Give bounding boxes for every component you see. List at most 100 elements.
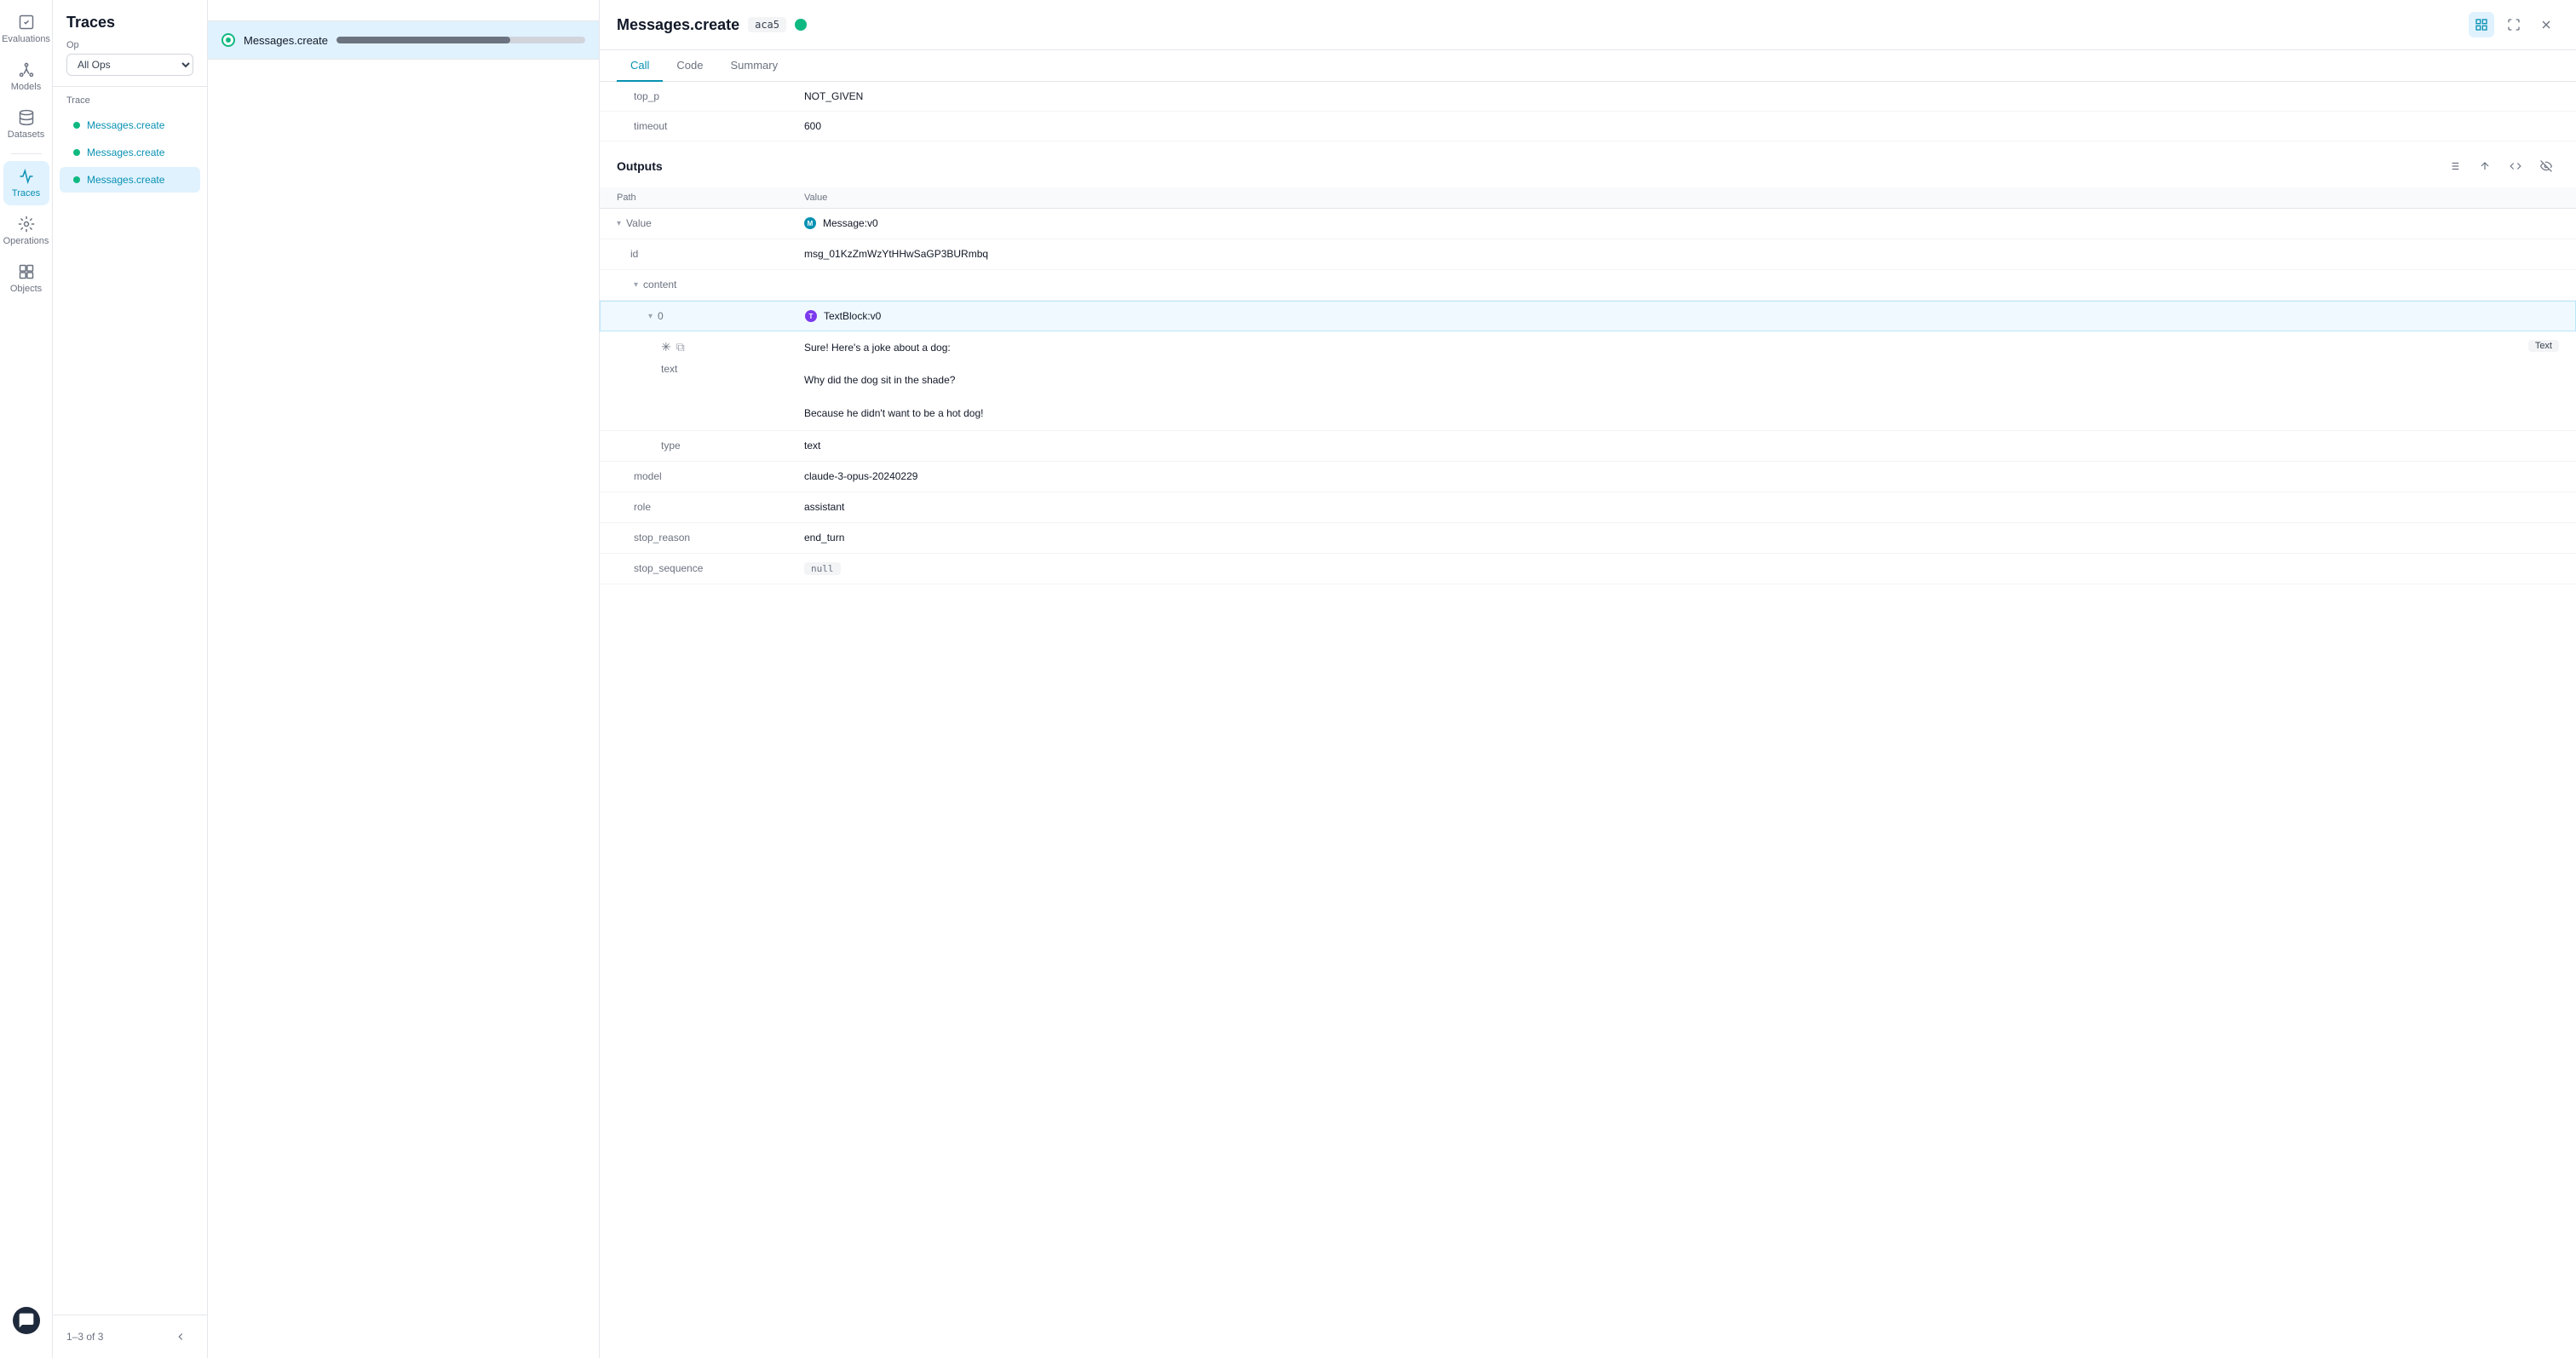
output-path-stop-reason: stop_reason (600, 523, 787, 552)
output-value-stop-sequence: null (787, 554, 2576, 584)
chevron-left-icon (175, 1331, 187, 1343)
models-icon (18, 61, 35, 78)
objects-icon (18, 263, 35, 280)
detail-content: top_p NOT_GIVEN timeout 600 Outputs (600, 82, 2576, 1358)
trace-item-1[interactable]: Messages.create (60, 112, 200, 138)
sidebar-item-operations[interactable]: Operations (3, 209, 49, 253)
op-filter-select[interactable]: All Ops (66, 54, 193, 76)
timeline-item-label: Messages.create (244, 34, 328, 47)
op-filter: Op All Ops (66, 40, 193, 76)
list-view-button[interactable] (2441, 153, 2467, 179)
table-row: timeout 600 (600, 112, 2576, 141)
output-path-content: ▾ content (600, 270, 787, 299)
trace-item-3[interactable]: Messages.create (60, 167, 200, 193)
table-row: top_p NOT_GIVEN (600, 82, 2576, 112)
sidebar-item-label: Evaluations (2, 34, 50, 44)
output-value-content (787, 270, 2576, 287)
inputs-table: top_p NOT_GIVEN timeout 600 (600, 82, 2576, 141)
output-row-model: model claude-3-opus-20240229 (600, 462, 2576, 492)
output-row-stop-sequence: stop_sequence null (600, 554, 2576, 584)
sidebar-item-label: Models (11, 82, 41, 92)
traces-footer: 1–3 of 3 (53, 1315, 207, 1358)
text-line-1: Sure! Here's a joke about a dog: (804, 340, 983, 356)
sidebar-item-chat[interactable] (3, 1300, 49, 1341)
value-col-header: Value (804, 193, 827, 203)
sidebar-item-traces[interactable]: Traces (3, 161, 49, 205)
output-value-role: assistant (787, 492, 2576, 521)
tab-summary[interactable]: Summary (716, 50, 791, 82)
close-icon (2539, 18, 2553, 32)
tab-code[interactable]: Code (663, 50, 716, 82)
trace-item-label: Messages.create (87, 147, 164, 158)
timeline-bar (336, 37, 585, 43)
output-value-0: T TextBlock:v0 (788, 302, 2575, 331)
output-path-label: text (661, 363, 779, 375)
trace-status-dot (73, 122, 80, 129)
timeline-panel: Messages.create (208, 0, 600, 1358)
detail-title-row: Messages.create aca5 (617, 16, 807, 34)
outputs-actions (2441, 153, 2559, 179)
textblock-type-icon: T (805, 310, 817, 322)
detail-header: Messages.create aca5 (600, 0, 2576, 50)
sidebar-item-models[interactable]: Models (3, 55, 49, 99)
output-value-id: msg_01KzZmWzYtHHwSaGP3BURmbq (787, 239, 2576, 268)
type-value: text (804, 440, 820, 452)
trace-item-2[interactable]: Messages.create (60, 140, 200, 165)
output-row-stop-reason: stop_reason end_turn (600, 523, 2576, 554)
op-filter-label: Op (66, 40, 193, 50)
list-icon (2448, 160, 2460, 172)
tab-call[interactable]: Call (617, 50, 663, 82)
outputs-title: Outputs (617, 159, 663, 173)
id-value: msg_01KzZmWzYtHHwSaGP3BURmbq (804, 248, 988, 260)
traces-panel: Traces Op All Ops Trace Messages.create … (53, 0, 208, 1358)
column-headers: Path Value (600, 187, 2576, 209)
expand-button[interactable] (2501, 12, 2527, 37)
chat-icon (18, 1312, 35, 1329)
message-type-icon: M (804, 217, 816, 229)
datasets-icon (18, 109, 35, 126)
timeline-bar-fill (336, 37, 510, 43)
sidebar-item-datasets[interactable]: Datasets (3, 102, 49, 147)
output-row-text: ✳ ⧉ text Sure! Here's a joke about a dog… (600, 331, 2576, 431)
traces-count: 1–3 of 3 (66, 1331, 103, 1343)
code-icon (2510, 160, 2521, 172)
copy-icon[interactable]: ⧉ (676, 340, 685, 354)
evaluations-icon (18, 14, 35, 31)
output-row-type: type text (600, 431, 2576, 462)
output-value-stop-reason: end_turn (787, 523, 2576, 552)
code-view-button[interactable] (2503, 153, 2528, 179)
close-button[interactable] (2533, 12, 2559, 37)
asterisk-icon: ✳ (661, 340, 671, 354)
traces-header: Traces Op All Ops (53, 0, 207, 87)
status-indicator (795, 19, 807, 31)
output-path-value: ▾ Value (600, 209, 787, 238)
output-path-label: id (630, 248, 638, 260)
detail-title: Messages.create (617, 16, 739, 34)
output-type-label: Message:v0 (823, 217, 878, 229)
detail-panel: Messages.create aca5 (600, 0, 2576, 1358)
detail-badge: aca5 (748, 17, 786, 32)
output-path-stop-sequence: stop_sequence (600, 554, 787, 583)
sidebar-item-label: Datasets (8, 129, 44, 140)
sidebar-item-objects[interactable]: Objects (3, 256, 49, 301)
output-path-label: type (661, 440, 681, 452)
timeline-dot (221, 33, 235, 47)
output-value-value: M Message:v0 (787, 209, 2576, 238)
output-path-0: ▾ 0 (601, 302, 788, 331)
view-toggle-button[interactable] (2469, 12, 2494, 37)
sort-button[interactable] (2472, 153, 2498, 179)
role-value: assistant (804, 501, 844, 513)
output-path-label: Value (626, 217, 652, 229)
sidebar-item-label: Objects (10, 284, 42, 294)
sidebar-item-label: Traces (12, 188, 40, 199)
output-path-model: model (600, 462, 787, 491)
sidebar-item-evaluations[interactable]: Evaluations (3, 7, 49, 51)
hide-button[interactable] (2533, 153, 2559, 179)
collapse-button[interactable] (168, 1324, 193, 1349)
timeline-item[interactable]: Messages.create (208, 21, 599, 60)
null-badge: null (804, 562, 841, 575)
output-path-text: ✳ ⧉ text (600, 331, 787, 383)
outputs-section: Outputs (600, 141, 2576, 584)
trace-list: Messages.create Messages.create Messages… (53, 111, 207, 1315)
output-type-label: TextBlock:v0 (824, 310, 881, 322)
